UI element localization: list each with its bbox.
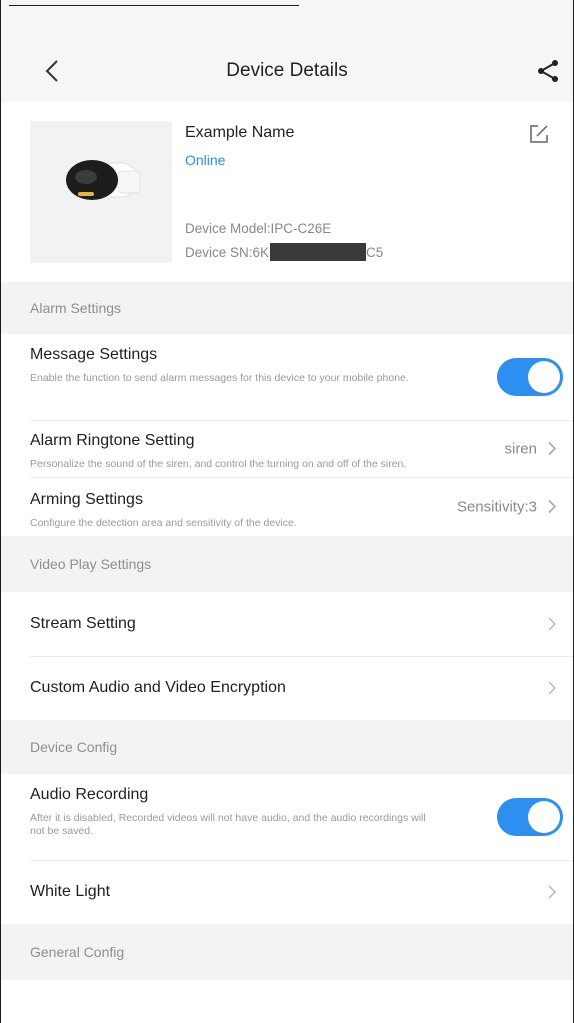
device-sn: Device SN:6K C5 [185,243,383,261]
row-description: Configure the detection area and sensiti… [30,517,297,529]
ringtone-value-group[interactable]: siren [504,440,557,457]
row-white-light[interactable]: White Light [1,860,573,924]
arming-value: Sensitivity:3 [456,498,537,515]
device-name: Example Name [185,124,295,141]
top-border [9,5,299,6]
row-title: Message Settings [30,346,158,363]
share-button[interactable] [531,54,565,88]
section-header-device-config: Device Config [1,720,573,774]
status-bar [1,0,573,40]
row-description: After it is disabled, Recorded videos wi… [30,812,426,837]
row-description: Enable the function to send alarm messag… [30,372,409,384]
toggle-knob [528,361,560,393]
back-button[interactable] [35,54,69,88]
row-title: Stream Setting [30,615,136,632]
row-audio-recording: Audio Recording After it is disabled, Re… [1,774,573,860]
device-card: Example Name Online Device Model:IPC-C26… [1,102,573,282]
row-message-settings: Message Settings Enable the function to … [1,334,573,420]
redacted-block [270,243,367,261]
device-status: Online [185,152,226,168]
arming-value-group[interactable]: Sensitivity:3 [457,498,557,515]
stream-chevron-group[interactable] [547,616,557,632]
row-title: Custom Audio and Video Encryption [30,679,286,696]
chevron-right-icon [548,681,556,695]
row-title: Alarm Ringtone Setting [30,432,195,449]
chevron-right-icon [548,885,556,899]
white-light-chevron-group[interactable] [547,884,557,900]
chevron-left-icon [45,60,58,82]
section-header-video: Video Play Settings [1,536,573,592]
edit-button[interactable] [529,124,555,150]
toggle-knob [528,801,560,833]
edit-icon [530,125,548,143]
row-title: White Light [30,883,111,900]
device-model: Device Model:IPC-C26E [185,221,332,236]
header: Device Details [1,40,573,102]
device-sn-suffix: C5 [366,244,384,260]
ringtone-value: siren [504,440,537,457]
row-custom-encryption[interactable]: Custom Audio and Video Encryption [1,656,573,720]
chevron-right-icon [548,499,557,514]
row-description: Personalize the sound of the siren, and … [30,458,407,470]
message-settings-toggle[interactable] [497,358,563,396]
section-header-alarm: Alarm Settings [1,282,573,334]
camera-icon [66,160,141,200]
chevron-right-icon [548,441,557,456]
device-sn-prefix: Device SN:6K [185,244,270,260]
share-icon [538,60,558,82]
page-title: Device Details [226,60,348,81]
device-image [30,121,172,263]
row-arming-settings[interactable]: Arming Settings Configure the detection … [1,477,573,536]
encryption-chevron-group[interactable] [547,680,557,696]
row-alarm-ringtone[interactable]: Alarm Ringtone Setting Personalize the s… [1,420,573,477]
row-stream-setting[interactable]: Stream Setting [1,592,573,656]
section-header-general-config: General Config [1,924,573,980]
chevron-right-icon [548,617,556,631]
row-title: Audio Recording [30,786,149,803]
app-screen: Device Details Example Name Online Devic… [0,0,574,1023]
audio-recording-toggle[interactable] [497,798,563,836]
